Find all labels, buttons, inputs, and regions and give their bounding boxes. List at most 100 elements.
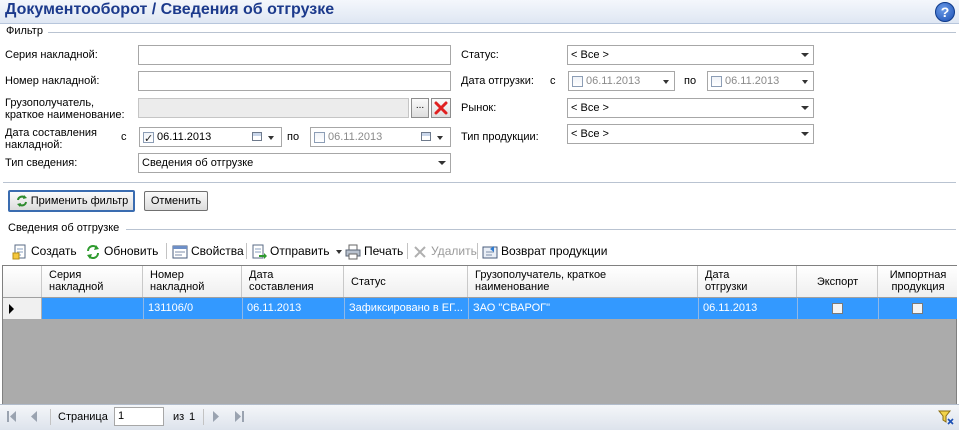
cell-number: 131106/0 [144,298,243,319]
cell-series [43,298,144,319]
chevron-down-icon [438,161,446,165]
column-header-status[interactable]: Статус [345,266,468,297]
market-select[interactable]: < Все > [567,98,814,118]
chevron-down-icon [268,136,274,140]
export-checkbox[interactable] [832,303,843,314]
ship-to-checkbox[interactable] [711,76,722,87]
column-header-ship-date[interactable]: Дата отгрузки [699,266,797,297]
grid-header-corner [3,266,42,297]
of-label: из [173,411,185,423]
cancel-filter-button[interactable]: Отменить [144,191,208,211]
apply-filter-button[interactable]: Применить фильтр [8,190,135,212]
created-from-label: с [121,131,127,143]
ship-date-to[interactable]: 06.11.2013 [707,71,814,91]
page-number-input[interactable]: 1 [114,407,164,426]
status-select-value: < Все > [571,49,609,61]
row-indicator-icon[interactable] [3,298,42,319]
delete-label: Удалить [431,244,477,258]
grid-header: Серия накладной Номер накладной Дата сос… [3,266,957,298]
created-date-from-value: 06.11.2013 [157,131,212,143]
number-label: Номер накладной: [5,75,100,87]
consignee-input[interactable] [138,98,409,118]
type-select[interactable]: Сведения об отгрузке [138,153,451,173]
first-page-icon[interactable] [7,411,17,422]
series-label: Серия накладной: [5,49,98,61]
new-document-icon [12,244,28,260]
return-icon [482,244,498,260]
printer-icon [345,244,361,260]
market-select-value: < Все > [571,102,609,114]
refresh-icon [85,244,101,260]
series-input[interactable] [138,45,451,65]
filter-group-label: Фильтр [6,25,43,37]
refresh-arrows-icon [16,195,27,208]
created-from-checkbox[interactable] [143,130,154,148]
column-header-line: Импортная [889,269,947,281]
delete-button[interactable]: Удалить [412,240,477,262]
column-header-import[interactable]: Импортная продукция [879,266,957,297]
ship-date-to-value: 06.11.2013 [725,75,780,87]
column-header-line: накладной [150,281,205,293]
create-button[interactable]: Создать [12,240,77,262]
last-page-icon[interactable] [234,411,244,422]
ship-to-label: по [684,75,697,87]
status-select[interactable]: < Все > [567,45,814,65]
calendar-icon [421,132,431,141]
column-header-line: накладной [49,281,104,293]
send-button[interactable]: Отправить [251,240,342,262]
filter-settings-icon[interactable] [937,409,954,425]
chevron-down-icon [801,132,809,136]
cell-export [798,298,879,319]
created-to-label: по [287,131,300,143]
toolbar-separator [477,243,478,259]
created-label: Дата составления накладной: [5,127,97,151]
column-header-series[interactable]: Серия накладной [43,266,143,297]
cell-import [879,298,957,319]
chevron-down-icon [801,53,809,57]
toolbar-separator [407,243,408,259]
market-label: Рынок: [461,102,497,114]
next-page-icon[interactable] [212,411,220,422]
created-to-checkbox[interactable] [314,132,325,143]
filter-group-divider [48,32,956,33]
column-header-line: наименование [475,281,550,293]
created-date-to[interactable]: 06.11.2013 [310,127,451,147]
print-button[interactable]: Печать [345,240,403,262]
pager-separator [203,409,204,425]
consignee-label: Грузополучатель, краткое наименование: [5,97,125,121]
create-label: Создать [31,244,77,258]
column-header-line: Статус [351,276,386,288]
column-header-number[interactable]: Номер накладной [144,266,242,297]
return-products-button[interactable]: Возврат продукции [482,240,607,262]
shipments-section-label: Сведения об отгрузке [8,222,120,234]
ship-date-label: Дата отгрузки: [461,75,534,87]
help-button[interactable]: ? [935,2,955,22]
column-header-line: Дата [705,269,730,281]
import-checkbox[interactable] [912,303,923,314]
chevron-down-icon [801,106,809,110]
delete-icon [412,244,428,260]
chevron-down-icon [663,80,669,84]
created-date-from[interactable]: 06.11.2013 [139,127,282,148]
product-type-label: Тип продукции: [461,131,539,143]
page-label: Страница [58,411,108,423]
number-input[interactable] [138,71,451,91]
column-header-created[interactable]: Дата составления [243,266,344,297]
browse-button[interactable]: ... [411,98,429,118]
refresh-button[interactable]: Обновить [85,240,158,262]
toolbar-separator [166,243,167,259]
clear-button[interactable] [431,98,451,118]
properties-label: Свойства [191,244,244,258]
total-pages: 1 [189,411,196,423]
column-header-line: продукция [891,281,945,293]
ship-date-from[interactable]: 06.11.2013 [568,71,675,91]
table-row[interactable]: 131106/0 06.11.2013 Зафиксировано в ЕГ..… [3,298,957,319]
product-type-select[interactable]: < Все > [567,124,814,144]
prev-page-icon[interactable] [30,411,38,422]
ship-from-checkbox[interactable] [572,76,583,87]
column-header-line: Грузополучатель, краткое [475,269,607,281]
properties-button[interactable]: Свойства [172,240,244,262]
column-header-export[interactable]: Экспорт [798,266,878,297]
delete-x-icon [434,101,448,115]
column-header-consignee[interactable]: Грузополучатель, краткое наименование [469,266,698,297]
